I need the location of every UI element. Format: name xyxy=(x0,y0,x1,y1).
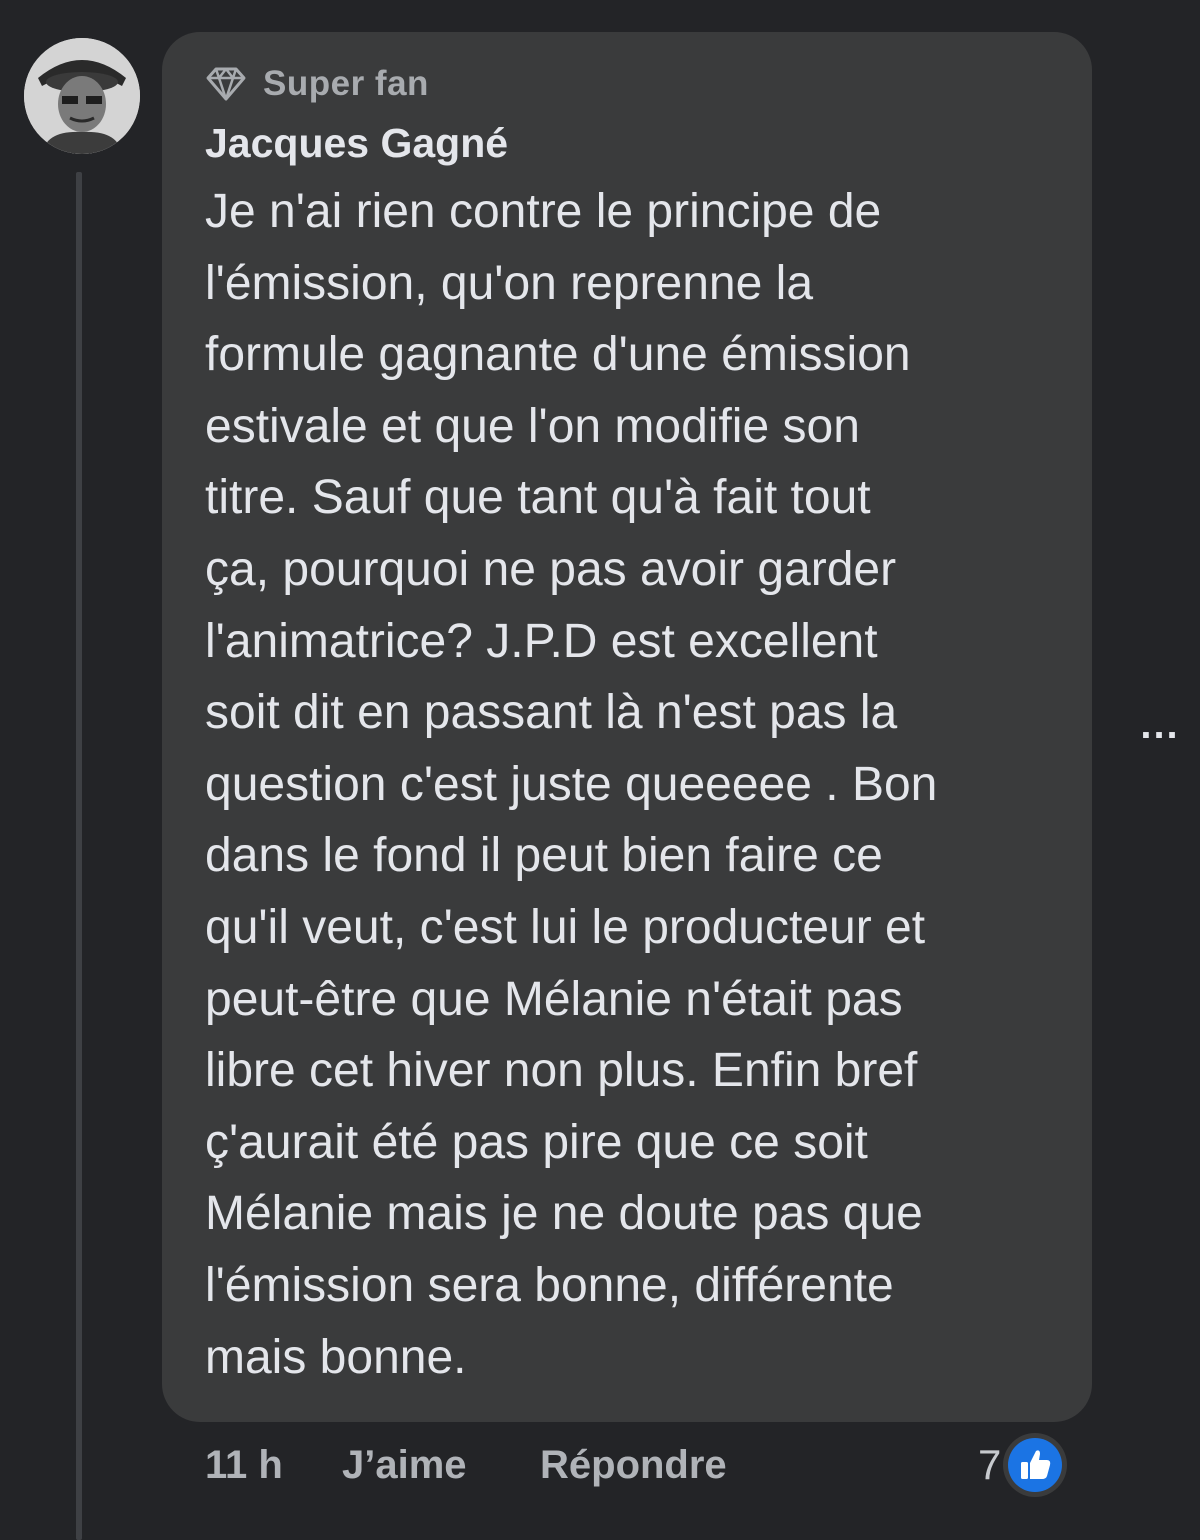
comment-text-line: Mélanie mais je ne doute pas que xyxy=(205,1187,923,1241)
comment-text-line: qu'il veut, c'est lui le producteur et xyxy=(205,900,926,954)
reaction-count: 7 xyxy=(978,1441,1002,1488)
comment-text-line: soit dit en passant là n'est pas la xyxy=(205,686,898,740)
timestamp[interactable]: 11 h xyxy=(205,1438,283,1492)
like-badge xyxy=(1003,1433,1068,1497)
comment-text-line: libre cet hiver non plus. Enfin bref xyxy=(205,1044,918,1098)
comment-text-line: titre. Sauf que tant qu'à fait tout xyxy=(205,471,871,525)
reply-button[interactable]: Répondre xyxy=(540,1438,727,1492)
comment-text-line: l'émission, qu'on reprenne la xyxy=(205,256,814,310)
comment-text-line: l'émission sera bonne, différente xyxy=(205,1258,894,1312)
comment-text-line: dans le fond il peut bien faire ce xyxy=(205,829,883,883)
comment-text-line: question c'est juste queeeee . Bon xyxy=(205,757,938,811)
super-fan-badge[interactable]: Super fan xyxy=(205,62,429,106)
comment-text-line: l'animatrice? J.P.D est excellent xyxy=(205,614,878,668)
more-options-button[interactable]: ... xyxy=(1130,700,1190,750)
comment-text-line: Je n'ai rien contre le principe de xyxy=(205,185,882,238)
comment-text-line: ç'aurait été pas pire que ce soit xyxy=(205,1115,868,1169)
author-name[interactable]: Jacques Gagné xyxy=(205,120,508,167)
comment-text-line: mais bonne. xyxy=(205,1330,467,1384)
like-button[interactable]: J’aime xyxy=(342,1438,467,1492)
comment-text: Je n'ai rien contre le principe de l'émis… xyxy=(205,176,1075,1393)
reaction-summary[interactable]: 7 xyxy=(978,1432,1068,1498)
comment-text-line: estivale et que l'on modifie son xyxy=(205,399,860,453)
thumbs-up-icon xyxy=(1008,1438,1063,1492)
avatar[interactable] xyxy=(24,38,140,154)
comment-text-line: ça, pourquoi ne pas avoir garder xyxy=(205,542,897,596)
diamond-icon xyxy=(206,67,246,101)
thread-line xyxy=(76,172,82,1540)
badge-label: Super fan xyxy=(263,64,429,103)
comment-text-line: formule gagnante d'une émission xyxy=(205,328,911,382)
comment-text-line: peut-être que Mélanie n'était pas xyxy=(205,972,903,1026)
